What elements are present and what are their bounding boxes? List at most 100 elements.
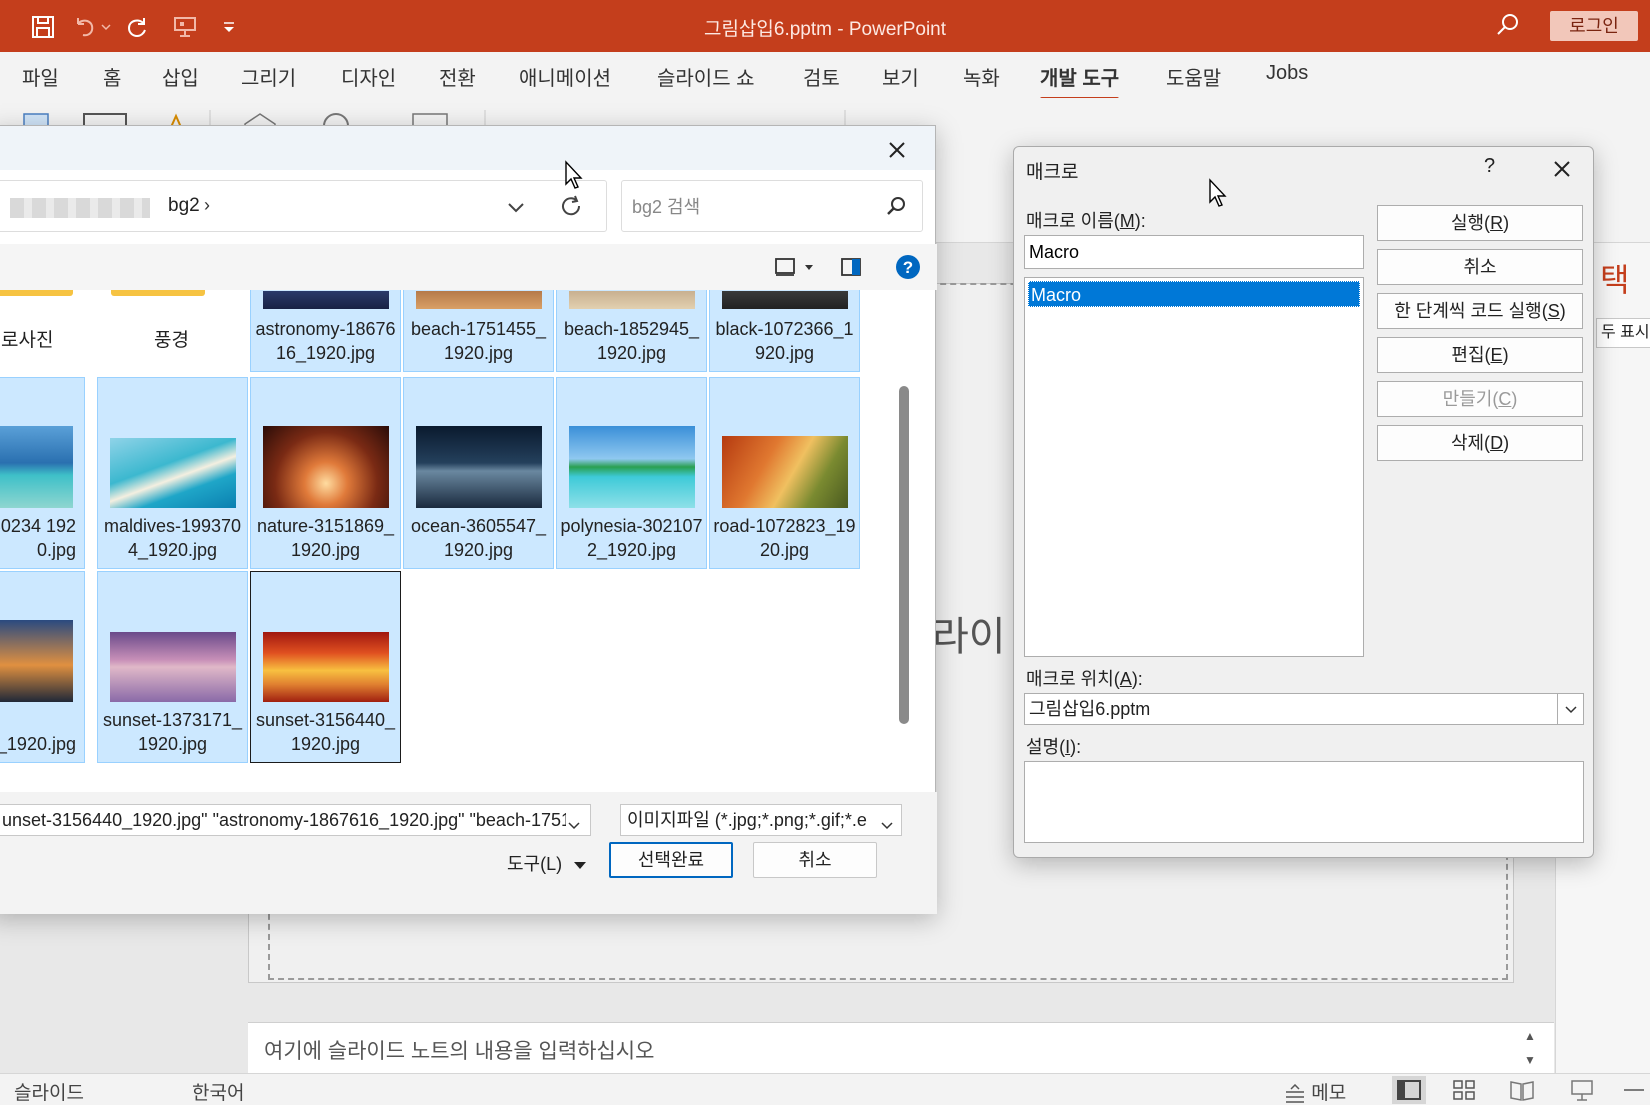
cancel-button[interactable]: 취소 [1377, 249, 1583, 285]
normal-view-icon[interactable] [1392, 1076, 1426, 1104]
file-tile[interactable]: nature-3151869_1920.jpg [250, 377, 401, 569]
file-name: beach-1751455_1920.jpg [410, 319, 547, 363]
filename-field[interactable]: unset-3156440_1920.jpg" "astronomy-18676… [0, 804, 591, 836]
close-icon[interactable] [1548, 155, 1576, 183]
search-input[interactable] [632, 193, 872, 221]
file-tile[interactable]: beach-1852945_1920.jpg [556, 290, 707, 372]
ok-button[interactable]: 선택완료 [609, 842, 733, 878]
breadcrumb-current[interactable]: bg2 [168, 195, 200, 217]
chevron-down-icon[interactable] [879, 812, 895, 830]
tab-design[interactable]: 디자인 [341, 62, 396, 91]
folder-icon[interactable] [111, 290, 205, 296]
folder-icon[interactable] [0, 290, 73, 296]
close-icon[interactable] [881, 134, 913, 166]
thumbnail [263, 291, 389, 309]
filetype-select[interactable]: 이미지파일 (*.jpg;*.png;*.gif;*.e [620, 804, 902, 836]
refresh-icon[interactable] [558, 193, 584, 219]
view-mode-icon[interactable] [771, 252, 799, 282]
chevron-right-icon[interactable]: › [204, 195, 210, 216]
notes-label: 메모 [1311, 1083, 1347, 1104]
tab-view[interactable]: 보기 [882, 62, 919, 91]
tab-transitions[interactable]: 전환 [439, 62, 476, 91]
scrollbar-thumb[interactable] [899, 386, 909, 724]
file-tile[interactable]: polynesia-3021072_1920.jpg [556, 377, 707, 569]
address-bar[interactable]: bg2 › [0, 180, 607, 232]
language-indicator[interactable]: 한국어 [192, 1078, 244, 1105]
folder-label[interactable]: 로사진 [1, 325, 53, 352]
tab-record[interactable]: 녹화 [963, 62, 1000, 91]
tab-file[interactable]: 파일 [22, 62, 59, 91]
tab-slideshow[interactable]: 슬라이드 쇼 [657, 62, 755, 91]
file-open-dialog: bg2 › ? 로사진 풍경 [0, 125, 937, 914]
dialog-footer: unset-3156440_1920.jpg" "astronomy-18676… [0, 792, 937, 914]
thumbnail [569, 291, 695, 309]
login-button[interactable]: 로그인 [1550, 11, 1638, 41]
help-button[interactable]: ? [1484, 155, 1495, 178]
file-tile[interactable]: bora-30234 1920.jpg [0, 377, 85, 569]
tab-draw[interactable]: 그리기 [241, 62, 296, 91]
delete-button[interactable]: 삭제(D) [1377, 425, 1583, 461]
tools-button[interactable]: 도구(L) [507, 850, 587, 876]
tab-review[interactable]: 검토 [803, 62, 840, 91]
search-icon[interactable] [1495, 12, 1525, 42]
file-grid: 로사진 풍경 astronomy-1867616_1920.jpg beach-… [0, 290, 895, 792]
scroll-down-icon[interactable]: ▼ [1518, 1049, 1542, 1071]
file-tile[interactable]: sunset-1373171_1920.jpg [97, 571, 248, 763]
macro-location-select[interactable]: 그림삽입6.pptm [1024, 693, 1584, 725]
macro-location-label: 매크로 위치(A): [1026, 669, 1143, 689]
view-toolbar: ? [0, 244, 937, 290]
file-name: maldives-1993704_1920.jpg [103, 516, 242, 560]
zoom-out-icon[interactable] [1620, 1076, 1648, 1105]
chevron-down-icon[interactable] [1557, 694, 1583, 724]
run-button[interactable]: 실행(R) [1377, 205, 1583, 241]
preview-pane-icon[interactable] [837, 252, 865, 282]
thumbnail [0, 426, 73, 508]
tab-animations[interactable]: 애니메이션 [519, 62, 611, 91]
file-name: ocean-3605547_1920.jpg [410, 516, 547, 560]
tab-jobs[interactable]: Jobs [1266, 62, 1308, 85]
edit-button[interactable]: 편집(E) [1377, 337, 1583, 373]
description-field[interactable] [1024, 761, 1584, 843]
description-label: 설명(I): [1026, 737, 1082, 757]
cancel-button[interactable]: 취소 [753, 842, 877, 878]
file-tile[interactable]: road-1072823_1920.jpg [709, 377, 860, 569]
tools-label: 도구(L) [507, 854, 563, 874]
tab-insert[interactable]: 삽입 [162, 62, 199, 91]
file-tile[interactable]: beach-1751455_1920.jpg [403, 290, 554, 372]
tab-home[interactable]: 홈 [103, 62, 121, 91]
ribbon-tabs: 파일 홈 삽입 그리기 디자인 전환 애니메이션 슬라이드 쇼 검토 보기 녹화… [0, 52, 1650, 101]
folder-label[interactable]: 풍경 [154, 325, 189, 352]
macro-list[interactable]: Macro [1024, 277, 1364, 657]
scroll-up-icon[interactable]: ▲ [1518, 1025, 1542, 1047]
file-tile[interactable]: ocean-3605547_1920.jpg [403, 377, 554, 569]
notes-toggle[interactable]: 메모 [1284, 1078, 1346, 1105]
search-icon[interactable] [884, 195, 908, 219]
file-name: polynesia-3021072_1920.jpg [560, 516, 703, 560]
step-into-button[interactable]: 한 단계씩 코드 실행(S) [1377, 293, 1583, 329]
file-tile[interactable]: black-1072366_1920.jpg [709, 290, 860, 372]
slide-sorter-icon[interactable] [1450, 1076, 1478, 1105]
tab-help[interactable]: 도움말 [1166, 62, 1221, 91]
selection-pane-title: 택 [1600, 262, 1630, 298]
macro-name-label: 매크로 이름(M): [1026, 211, 1146, 231]
file-tile[interactable]: sunset-3156440_1920.jpg [250, 571, 401, 763]
help-icon[interactable]: ? [893, 252, 923, 282]
file-tile[interactable]: astronomy-1867616_1920.jpg [250, 290, 401, 372]
file-tile[interactable]: maldives-1993704_1920.jpg [97, 377, 248, 569]
list-item[interactable]: Macro [1028, 281, 1360, 307]
thumbnail [263, 426, 389, 508]
dialog-titlebar [0, 126, 935, 170]
view-dropdown-icon[interactable] [801, 252, 817, 282]
macro-name-input[interactable] [1024, 235, 1364, 269]
macro-location-value: 그림삽입6.pptm [1029, 699, 1151, 719]
notes-pane[interactable]: 여기에 슬라이드 노트의 내용을 입력하십시오 ▲ ▼ [248, 1022, 1554, 1073]
reading-view-icon[interactable] [1508, 1076, 1536, 1105]
search-box[interactable] [621, 180, 923, 232]
file-name: black-1072366_1920.jpg [715, 319, 854, 363]
chevron-down-icon[interactable] [566, 812, 582, 830]
chevron-down-icon[interactable] [504, 195, 528, 219]
slideshow-icon[interactable] [1568, 1076, 1596, 1105]
show-all-button[interactable]: 두 표시 [1596, 318, 1650, 348]
file-tile[interactable]: 64989_1920.jpg [0, 571, 85, 763]
tab-developer[interactable]: 개발 도구 [1040, 62, 1120, 101]
